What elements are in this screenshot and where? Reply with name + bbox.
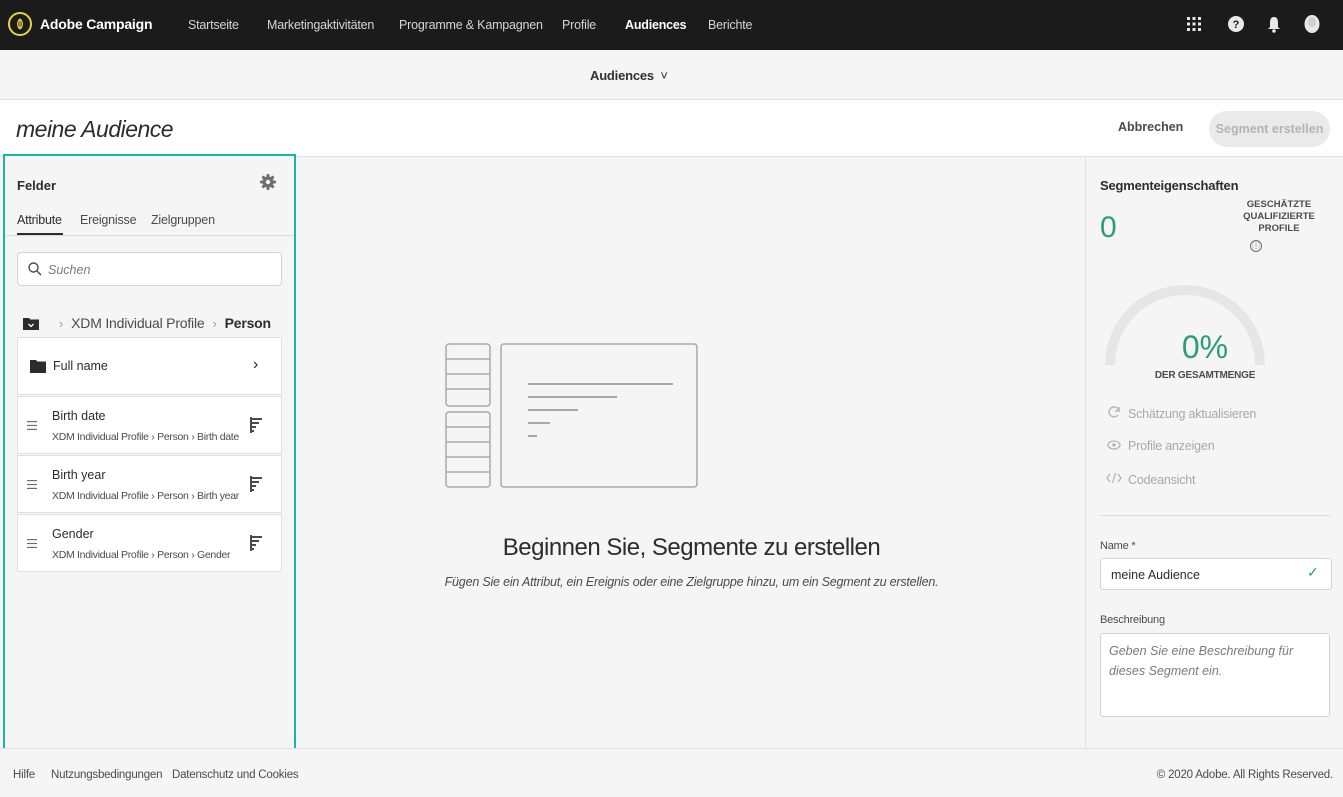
audiences-dropdown[interactable]: Audiences ˅ <box>590 68 668 83</box>
breadcrumb-separator: › <box>59 315 64 331</box>
refresh-estimate-label: Schätzung aktualisieren <box>1128 406 1257 421</box>
tab-zielgruppen[interactable]: Zielgruppen <box>151 213 215 227</box>
attribute-item-birth-date[interactable]: Birth date XDM Individual Profile › Pers… <box>17 396 282 454</box>
attribute-label: Birth date <box>52 409 106 423</box>
eye-icon <box>1106 439 1122 453</box>
section-subnav: Audiences ˅ <box>0 50 1343 100</box>
properties-title: Segmenteigenschaften <box>1100 178 1239 193</box>
audience-title[interactable]: meine Audience <box>16 116 174 143</box>
folder-icon <box>30 360 46 373</box>
nav-item-audiences[interactable]: Audiences <box>625 18 687 32</box>
search-input[interactable] <box>48 260 273 280</box>
segment-header: meine Audience Abbrechen Segment erstell… <box>0 100 1343 157</box>
breadcrumb-separator: › <box>212 315 217 331</box>
segment-properties-panel: Segmenteigenschaften 0 GESCHÄTZTE QUALIF… <box>1085 157 1343 748</box>
info-icon[interactable]: ⓘ <box>1250 240 1262 252</box>
nav-item-berichte[interactable]: Berichte <box>708 18 752 32</box>
attribute-item-birth-year[interactable]: Birth year XDM Individual Profile › Pers… <box>17 455 282 513</box>
attribute-label: Gender <box>52 527 94 541</box>
name-field-label: Name * <box>1100 540 1136 552</box>
app-logo[interactable]: Adobe Campaign <box>8 12 153 36</box>
notification-bell-icon[interactable] <box>1264 14 1284 34</box>
estimated-profiles-count: 0 <box>1100 211 1117 244</box>
fields-panel-title: Felder <box>17 178 57 193</box>
app-name: Adobe Campaign <box>40 16 153 32</box>
create-segment-button[interactable]: Segment erstellen <box>1209 111 1330 147</box>
attribute-path: XDM Individual Profile › Person › Gender <box>52 549 231 561</box>
footer-link-datenschutz[interactable]: Datenschutz und Cookies <box>172 769 299 781</box>
code-view-label: Codeansicht <box>1128 472 1196 487</box>
values-distribution-icon[interactable] <box>250 476 262 492</box>
tab-ereignisse[interactable]: Ereignisse <box>80 213 137 227</box>
attribute-label: Birth year <box>52 468 106 482</box>
properties-divider <box>1100 515 1330 516</box>
nav-item-programme-kampagnen[interactable]: Programme & Kampagnen <box>399 18 543 32</box>
percent-of-total: 0% <box>1181 329 1229 365</box>
percent-of-total-label: DER GESAMTMENGE <box>1154 370 1256 381</box>
page-footer: Hilfe Nutzungsbedingungen Datenschutz un… <box>0 748 1343 797</box>
refresh-icon <box>1106 405 1122 422</box>
folder-root-icon[interactable] <box>23 317 39 330</box>
drag-handle-icon[interactable] <box>27 539 37 548</box>
folder-item-full-name[interactable]: Full name › <box>17 337 282 395</box>
gear-icon[interactable] <box>260 174 276 190</box>
estimated-profiles-label: GESCHÄTZTE QUALIFIZIERTE PROFILE <box>1243 199 1315 234</box>
footer-link-hilfe[interactable]: Hilfe <box>13 769 35 781</box>
description-field <box>1100 633 1330 717</box>
description-input[interactable] <box>1109 641 1323 711</box>
apps-grid-icon[interactable] <box>1184 14 1204 34</box>
empty-state-illustration <box>445 343 698 488</box>
chevron-right-icon: › <box>253 356 259 373</box>
view-profiles-button[interactable]: Profile anzeigen <box>1106 439 1215 453</box>
description-field-label: Beschreibung <box>1100 614 1165 626</box>
attribute-path: XDM Individual Profile › Person › Birth … <box>52 490 239 502</box>
code-view-button[interactable]: Codeansicht <box>1106 472 1195 487</box>
top-navigation-bar: Adobe Campaign Startseite Marketingaktiv… <box>0 0 1343 50</box>
help-icon[interactable]: ? <box>1226 14 1246 34</box>
values-distribution-icon[interactable] <box>250 535 262 551</box>
code-icon <box>1106 472 1122 487</box>
copyright-text: © 2020 Adobe. All Rights Reserved. <box>1156 769 1333 781</box>
breadcrumb-current-person: Person <box>224 315 271 331</box>
tab-divider <box>5 235 294 236</box>
refresh-estimate-button[interactable]: Schätzung aktualisieren <box>1106 405 1256 422</box>
attribute-path: XDM Individual Profile › Person › Birth … <box>52 431 239 443</box>
attribute-item-gender[interactable]: Gender XDM Individual Profile › Person ›… <box>17 514 282 572</box>
values-distribution-icon[interactable] <box>250 417 262 433</box>
adobe-campaign-logo-icon <box>8 12 32 36</box>
empty-state-title: Beginnen Sie, Segmente zu erstellen <box>502 534 881 561</box>
user-avatar-icon[interactable] <box>1302 14 1322 34</box>
drag-handle-icon[interactable] <box>27 421 37 430</box>
chevron-down-icon: ˅ <box>660 68 668 83</box>
breadcrumb: › XDM Individual Profile › Person <box>23 313 271 333</box>
svg-text:?: ? <box>1233 19 1240 31</box>
empty-state-subtitle: Fügen Sie ein Attribut, ein Ereignis ode… <box>444 575 939 589</box>
nav-item-marketingaktivitaeten[interactable]: Marketingaktivitäten <box>267 18 374 32</box>
drag-handle-icon[interactable] <box>27 480 37 489</box>
breadcrumb-xdm-individual-profile[interactable]: XDM Individual Profile <box>71 315 205 331</box>
footer-link-nutzungsbedingungen[interactable]: Nutzungsbedingungen <box>51 769 162 781</box>
folder-item-label: Full name <box>53 359 108 373</box>
name-input[interactable] <box>1111 565 1301 585</box>
audiences-dropdown-label: Audiences <box>590 68 654 83</box>
nav-item-profile[interactable]: Profile <box>562 18 596 32</box>
view-profiles-label: Profile anzeigen <box>1128 439 1215 453</box>
name-field: ✓ <box>1100 558 1332 590</box>
nav-item-startseite[interactable]: Startseite <box>188 18 239 32</box>
fields-panel: Felder Attribute Ereignisse Zielgruppen … <box>3 154 296 751</box>
valid-check-icon: ✓ <box>1307 564 1319 580</box>
search-icon <box>28 262 42 276</box>
tab-attribute[interactable]: Attribute <box>17 213 62 227</box>
cancel-button[interactable]: Abbrechen <box>1118 120 1183 134</box>
field-search <box>17 252 282 286</box>
